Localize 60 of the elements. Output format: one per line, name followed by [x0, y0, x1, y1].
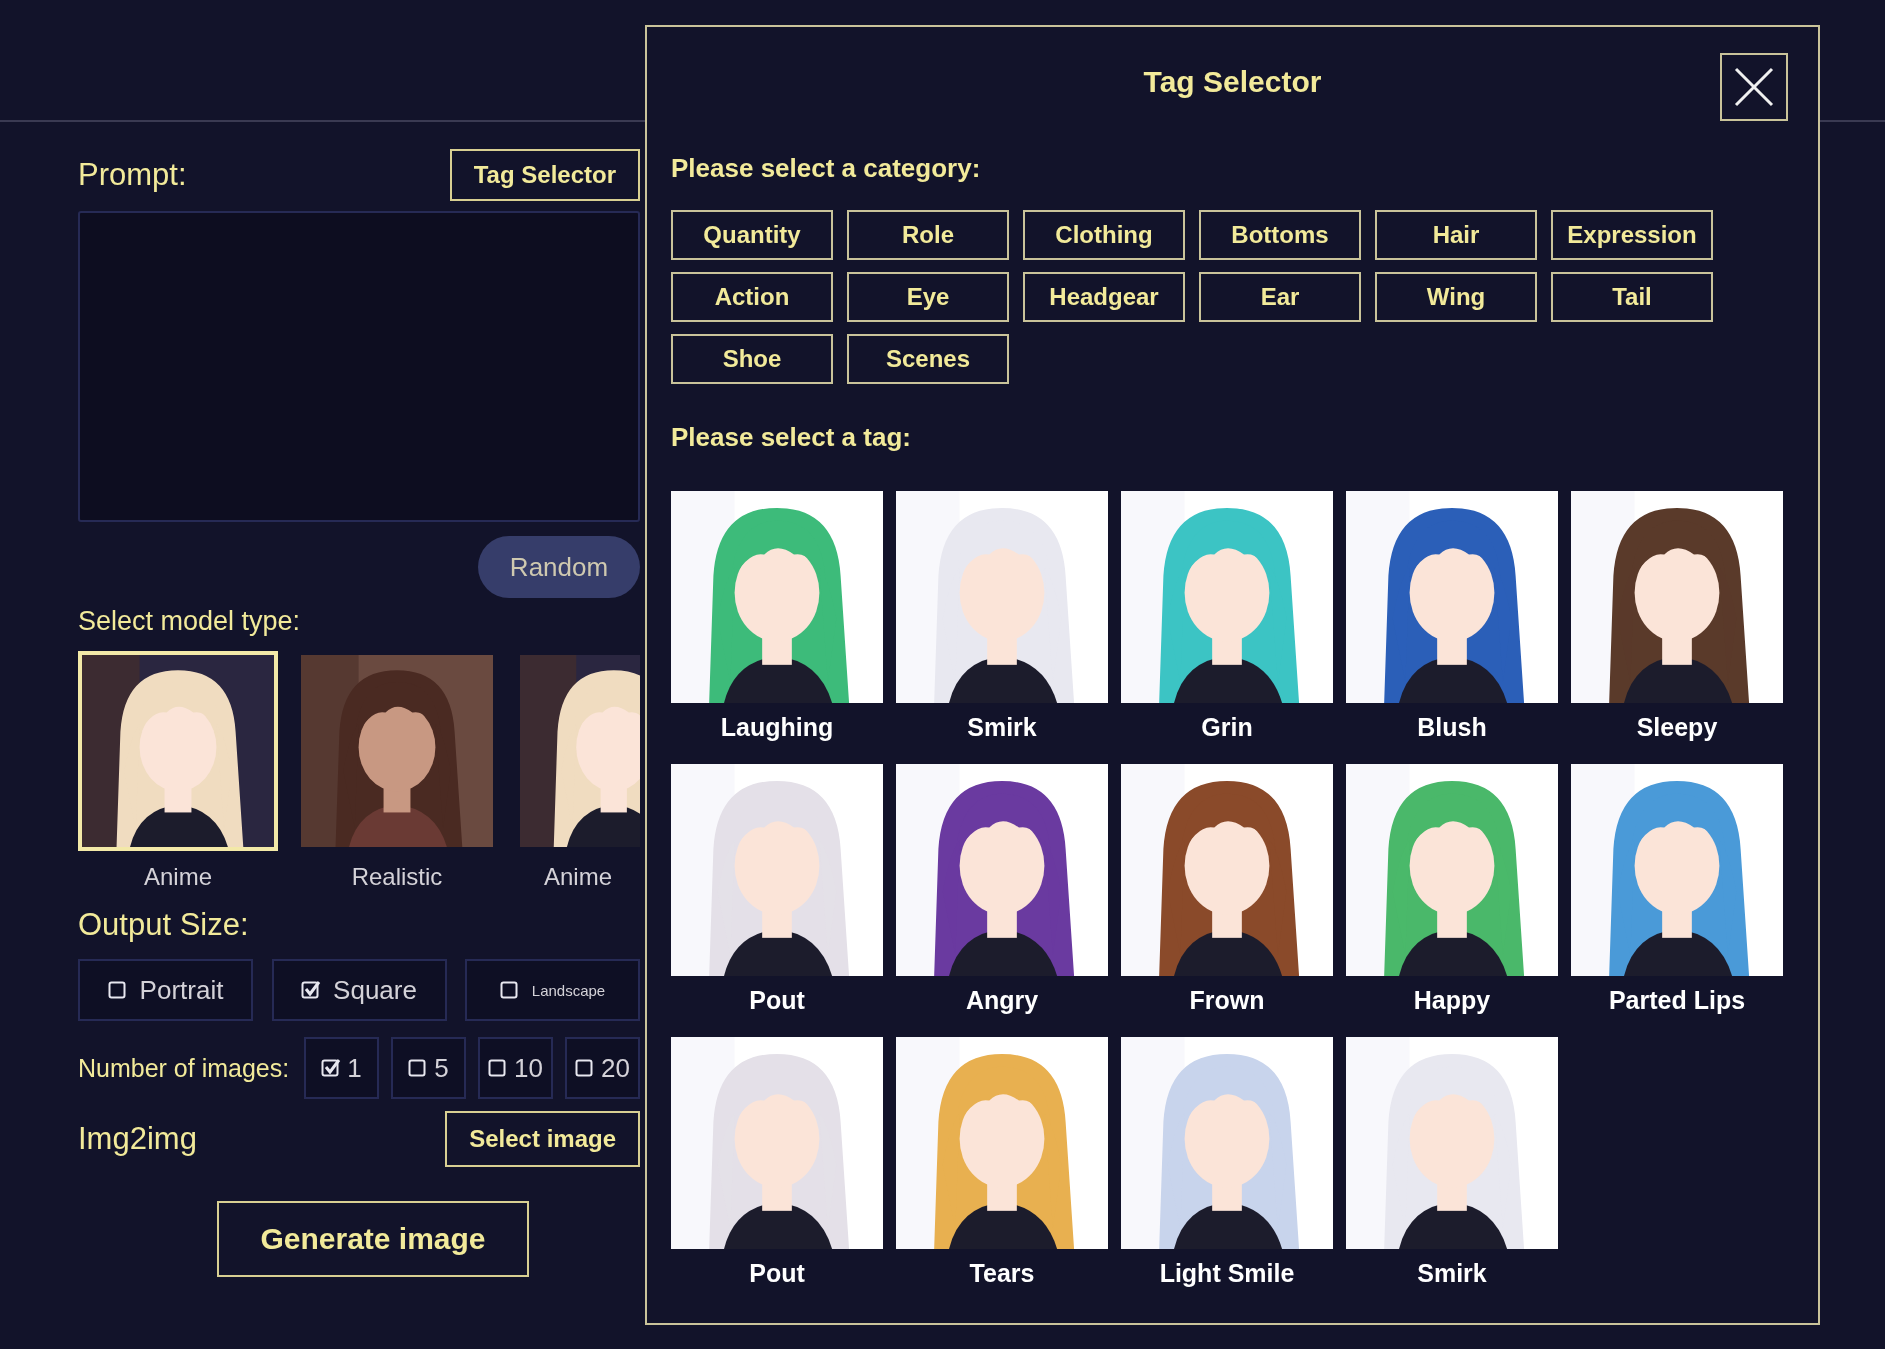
category-button[interactable]: Eye — [847, 272, 1009, 322]
output-size-label: Output Size: — [78, 907, 250, 943]
generate-image-button[interactable]: Generate image — [217, 1201, 529, 1277]
tag-label: Sleepy — [1636, 713, 1718, 742]
tag-label: Light Smile — [1159, 1259, 1295, 1288]
checkbox[interactable] — [488, 1058, 509, 1078]
count-option-label: 10 — [514, 1052, 543, 1084]
model-name: Anime — [544, 863, 612, 891]
category-button[interactable]: Hair — [1375, 210, 1537, 260]
tag-label: Tears — [969, 1259, 1035, 1288]
tag-label: Grin — [1201, 713, 1253, 742]
category-button[interactable]: Action — [671, 272, 833, 322]
size-option-label: Square — [333, 974, 417, 1006]
modal-title: Tag Selector — [1143, 65, 1322, 99]
tag-selector-button[interactable]: Tag Selector — [449, 149, 640, 201]
size-option-label: Portrait — [139, 974, 224, 1006]
tag-label: Pout — [749, 1259, 805, 1288]
close-button[interactable] — [1720, 53, 1788, 121]
checkbox[interactable] — [321, 1058, 342, 1078]
close-icon — [1734, 67, 1774, 107]
category-button[interactable]: Quantity — [671, 210, 833, 260]
random-button[interactable]: Random — [478, 536, 640, 598]
category-button[interactable]: Tail — [1551, 272, 1713, 322]
category-button[interactable]: Headgear — [1023, 272, 1185, 322]
category-button[interactable]: Scenes — [847, 334, 1009, 384]
count-option-label: 20 — [601, 1052, 630, 1084]
category-button[interactable]: Clothing — [1023, 210, 1185, 260]
model-type-label: Select model type: — [78, 606, 302, 637]
checkbox[interactable] — [107, 980, 128, 1000]
count-option-label: 1 — [347, 1052, 362, 1084]
tag-label: Angry — [965, 986, 1039, 1015]
size-option-label: Landscape — [531, 981, 606, 999]
category-heading: Please select a category: — [671, 153, 982, 184]
model-name: Realistic — [351, 863, 443, 891]
checkbox[interactable] — [575, 1058, 596, 1078]
model-name: Anime — [144, 863, 212, 891]
tag-heading: Please select a tag: — [671, 422, 912, 453]
checkbox[interactable] — [301, 980, 322, 1000]
select-image-button[interactable]: Select image — [445, 1111, 640, 1167]
count-option-label: 5 — [434, 1052, 449, 1084]
tag-label: Smirk — [1417, 1259, 1487, 1288]
checkbox[interactable] — [408, 1058, 429, 1078]
tag-label: Smirk — [967, 713, 1037, 742]
category-button[interactable]: Ear — [1199, 272, 1361, 322]
tag-label: Laughing — [720, 713, 834, 742]
category-button[interactable]: Expression — [1551, 210, 1713, 260]
category-button[interactable]: Shoe — [671, 334, 833, 384]
tag-label: Happy — [1413, 986, 1491, 1015]
img2img-label: Img2img — [78, 1121, 197, 1157]
category-button[interactable]: Wing — [1375, 272, 1537, 322]
category-button[interactable]: Role — [847, 210, 1009, 260]
checkbox[interactable] — [499, 980, 520, 1000]
prompt-field[interactable] — [78, 211, 640, 522]
prompt-label: Prompt: — [78, 157, 187, 193]
tag-label: Pout — [749, 986, 805, 1015]
tag-label: Parted Lips — [1608, 986, 1746, 1015]
number-of-images-label: Number of images: — [78, 1053, 290, 1083]
tag-label: Blush — [1417, 713, 1487, 742]
category-button[interactable]: Bottoms — [1199, 210, 1361, 260]
tag-label: Frown — [1189, 986, 1265, 1015]
